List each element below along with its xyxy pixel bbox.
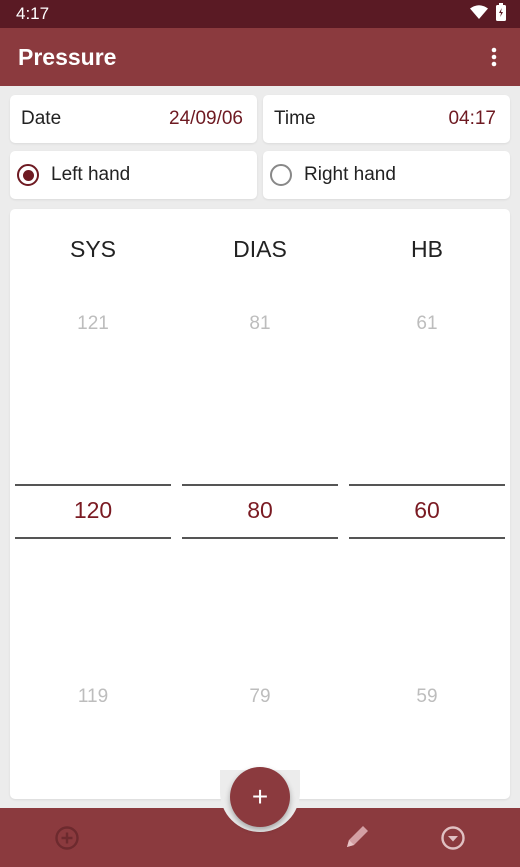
dias-prev-value[interactable]: 81: [182, 313, 338, 335]
plus-icon: +: [251, 781, 269, 812]
left-hand-radio[interactable]: [17, 164, 39, 186]
dias-selected-value[interactable]: 80: [182, 497, 338, 524]
add-fab-button[interactable]: +: [230, 767, 290, 827]
hb-bottom-divider: [349, 537, 505, 539]
battery-icon: [496, 2, 506, 26]
hb-next-value[interactable]: 59: [349, 686, 505, 708]
hb-header: HB: [411, 236, 443, 262]
add-circle-icon[interactable]: [52, 823, 82, 853]
status-time: 4:17: [16, 4, 50, 23]
time-label: Time: [274, 108, 316, 129]
left-hand-label: Left hand: [51, 164, 131, 185]
hb-top-divider: [349, 484, 505, 486]
right-hand-label: Right hand: [304, 164, 396, 185]
chevron-down-circle-icon[interactable]: [438, 823, 468, 853]
time-value: 04:17: [448, 108, 496, 129]
dias-next-value[interactable]: 79: [182, 686, 338, 708]
time-field[interactable]: Time 04:17: [263, 95, 510, 143]
status-icons: [470, 2, 506, 26]
more-vertical-icon: [491, 47, 497, 67]
dias-top-divider: [182, 484, 338, 486]
date-value: 24/09/06: [169, 108, 243, 129]
app-bar: Pressure: [0, 28, 520, 86]
sys-prev-value[interactable]: 121: [15, 313, 171, 335]
status-bar: 4:17: [0, 0, 520, 28]
wifi-icon: [470, 4, 488, 24]
sys-header: SYS: [69, 236, 117, 262]
right-hand-option[interactable]: Right hand: [263, 151, 510, 199]
sys-top-divider: [15, 484, 171, 486]
dias-bottom-divider: [182, 537, 338, 539]
pencil-icon[interactable]: [342, 822, 372, 852]
sys-selected-value[interactable]: 120: [15, 497, 171, 524]
overflow-menu-button[interactable]: [484, 43, 504, 71]
sys-bottom-divider: [15, 537, 171, 539]
left-hand-option[interactable]: Left hand: [10, 151, 257, 199]
right-hand-radio[interactable]: [270, 164, 292, 186]
hb-selected-value[interactable]: 60: [349, 497, 505, 524]
dias-header: DIAS: [233, 236, 287, 262]
date-label: Date: [21, 108, 62, 129]
sys-next-value[interactable]: 119: [15, 686, 171, 708]
hb-prev-value[interactable]: 61: [349, 313, 505, 335]
app-title: Pressure: [18, 43, 117, 70]
date-field[interactable]: Date 24/09/06: [10, 95, 257, 143]
